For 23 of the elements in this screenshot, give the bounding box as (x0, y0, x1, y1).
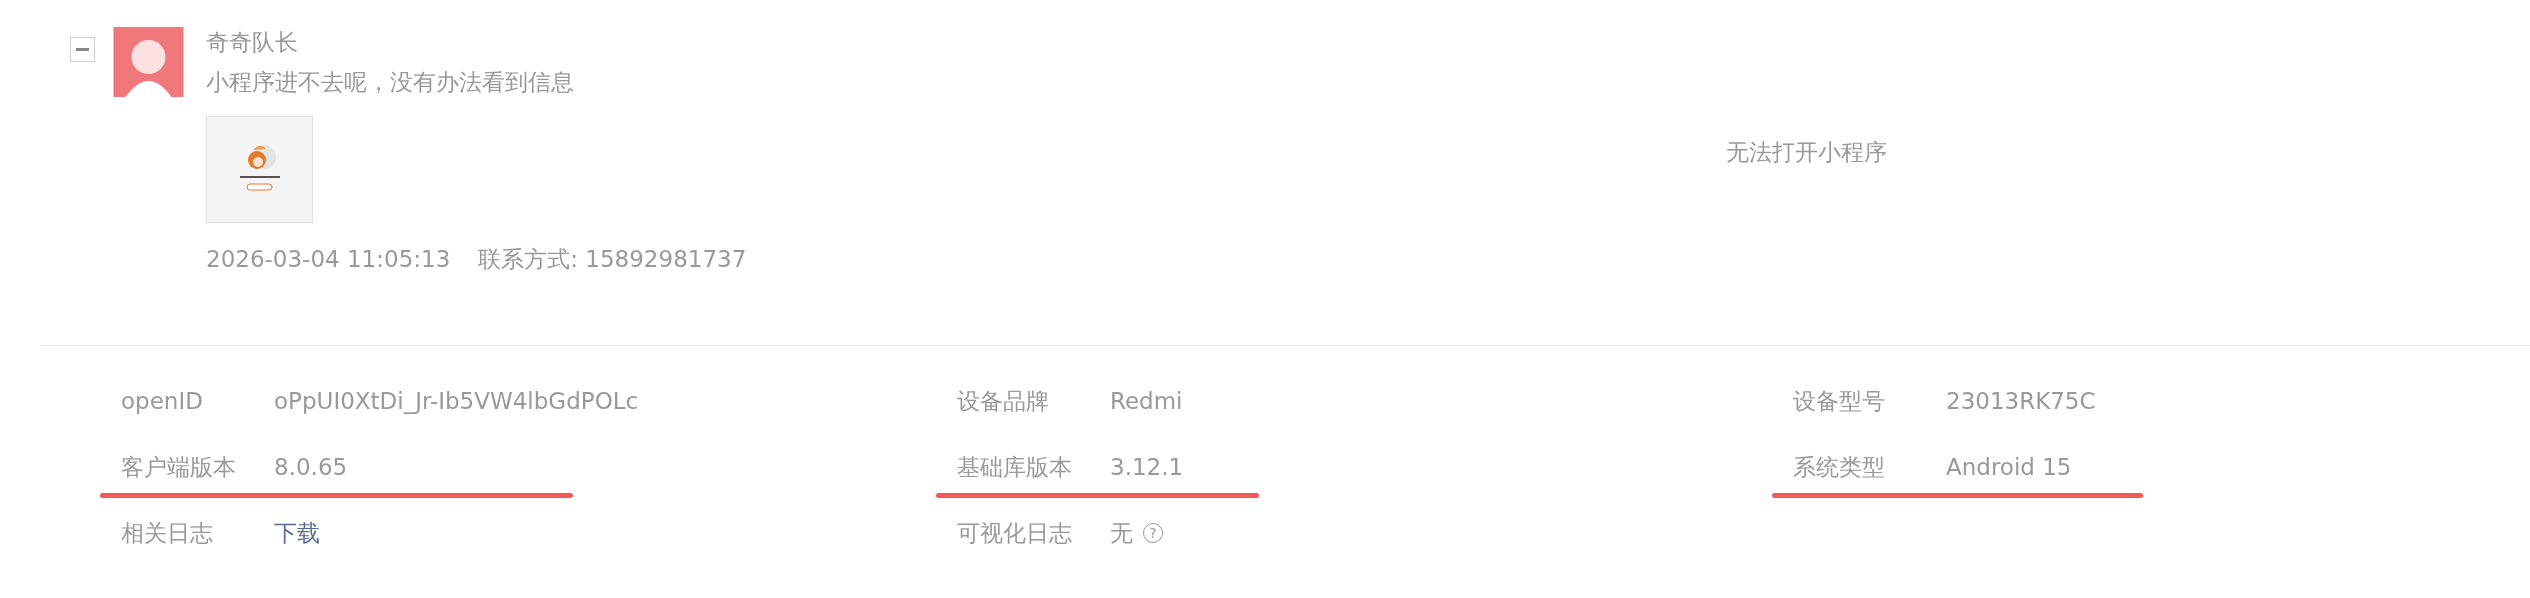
field-value: Redmi (1110, 387, 1183, 416)
field-value: 23013RK75C (1946, 387, 2096, 416)
field-value: 8.0.65 (274, 453, 348, 482)
user-name: 奇奇队长 (206, 28, 298, 57)
feedback-category: 无法打开小程序 (1726, 138, 1887, 167)
field-value: Android 15 (1946, 453, 2072, 482)
field-label: 设备型号 (1793, 387, 1886, 416)
field-label: 设备品牌 (957, 387, 1050, 416)
field-label: 相关日志 (121, 519, 214, 548)
field-value: 3.12.1 (1110, 453, 1184, 482)
contact-info: 联系方式: 15892981737 (478, 245, 747, 274)
field-label: openID (121, 387, 204, 416)
field-value: 无 (1110, 519, 1133, 548)
download-link[interactable]: 下载 (274, 518, 320, 548)
field-label: 系统类型 (1793, 453, 1886, 482)
feedback-message: 小程序进不去呢，没有办法看到信息 (206, 68, 574, 97)
field-label: 可视化日志 (957, 519, 1073, 548)
field-value: oPpUI0XtDi_Jr-Ib5VW4lbGdPOLc (274, 387, 639, 416)
feedback-time: 2026-03-04 11:05:13 (206, 245, 451, 274)
collapse-button[interactable] (70, 37, 95, 62)
avatar (113, 27, 184, 97)
field-label: 基础库版本 (957, 453, 1073, 482)
field-label: 客户端版本 (121, 453, 237, 482)
